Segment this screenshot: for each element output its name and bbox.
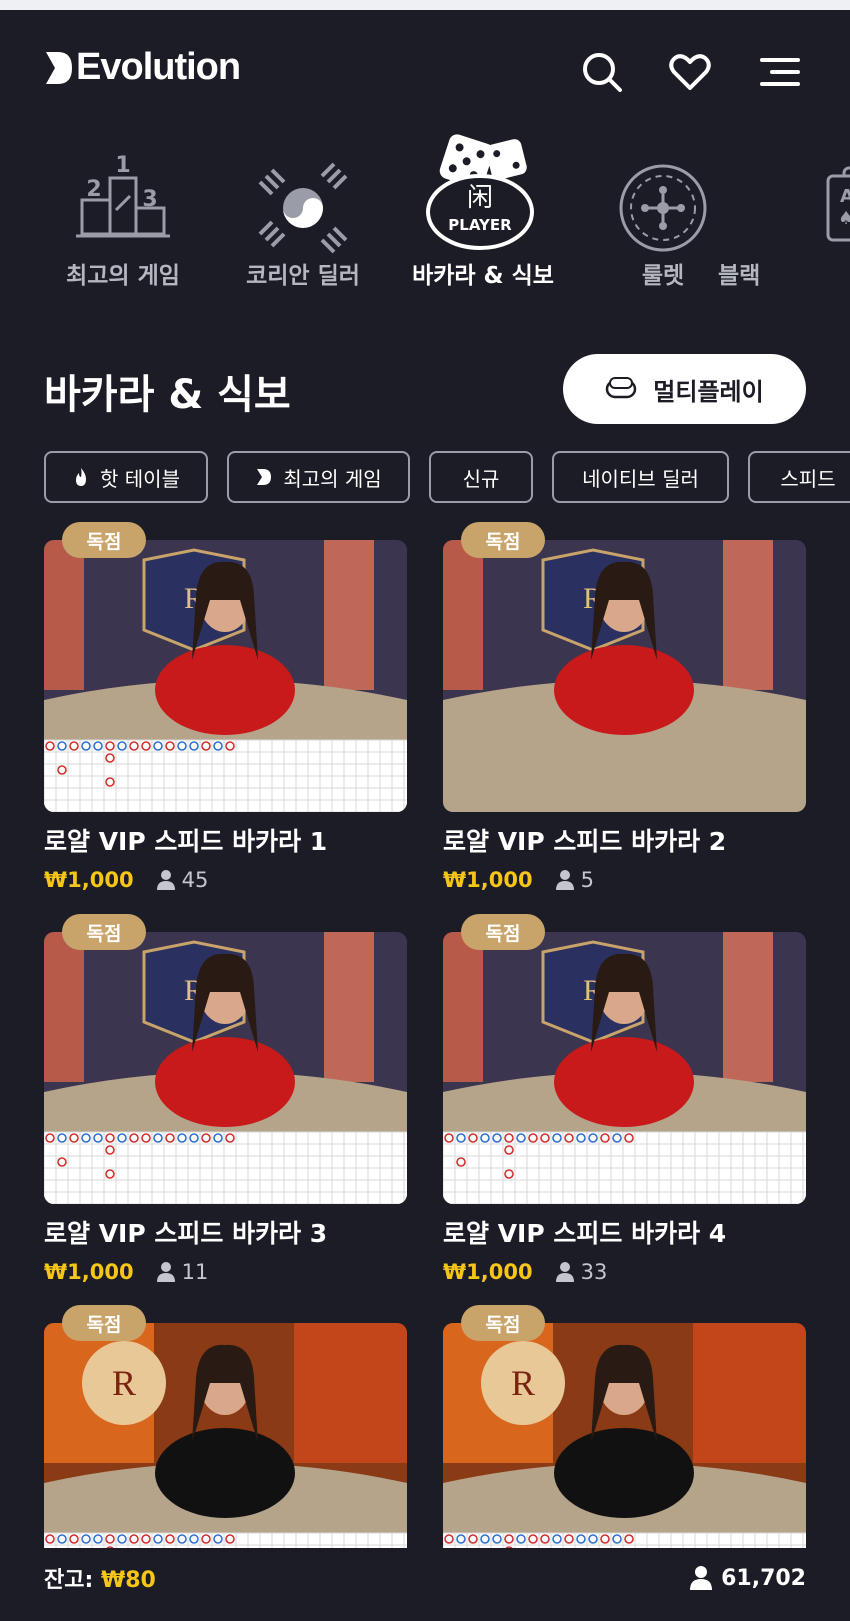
user-icon [156,870,175,890]
balance-value: ₩80 [100,1568,156,1593]
svg-text:3: 3 [142,187,157,212]
chip-top-games[interactable]: 최고의 게임 [227,451,410,503]
game-thumbnail[interactable]: R [44,540,407,812]
balance-bar: 잔고: ₩80 61,702 [0,1548,850,1608]
category-label: 바카라 & 식보 [412,263,554,289]
roulette-icon [608,150,718,260]
evolution-mark-icon [46,51,72,84]
player-text: PLAYER [448,216,512,234]
category-carousel: 1 2 3 최고의 게임 코리안 딜러 闲 PLAYER 바카라 & 식보 룰렛… [0,120,850,300]
category-blackjack[interactable]: A ♠ 블랙 [718,120,850,300]
balance: 잔고: ₩80 [44,1562,156,1594]
online-count-value: 61,702 [721,1565,806,1591]
dealer-scene: R [443,932,806,1204]
player-count: 33 [555,1260,608,1284]
game-title: 로얄 VIP 스피드 바카라 3 [44,1219,328,1248]
category-label: 최고의 게임 [66,263,180,289]
svg-text:♠: ♠ [838,208,850,229]
exclusive-badge: 독점 [62,522,146,558]
bottom-strip [0,1608,850,1621]
player-glyph: 闲 [467,183,493,213]
user-icon [555,1262,574,1282]
podium-icon: 1 2 3 [68,150,178,260]
dealer-scene: R [44,932,407,1204]
game-card[interactable]: 독점 R 로얄 VIP 스피드 바카라 2 ₩1,000 5 [443,522,806,892]
min-bet: ₩1,000 [44,1260,134,1284]
game-thumbnail[interactable]: R [44,932,407,1204]
player-count-value: 45 [181,868,209,892]
player-count: 45 [156,868,209,892]
svg-text:R: R [112,1363,136,1403]
online-count: 61,702 [689,1565,806,1591]
balance-label: 잔고: [44,1568,94,1593]
min-bet: ₩1,000 [443,1260,533,1284]
chip-label: 신규 [462,466,500,491]
svg-text:A: A [840,186,850,207]
player-count-value: 11 [181,1260,209,1284]
filter-chips: 핫 테이블 최고의 게임 신규 네이티브 딜러 스피드 [44,451,850,505]
chip-label: 스피드 [780,466,836,491]
player-count: 5 [555,868,594,892]
multiplay-icon [606,377,637,399]
min-bet: ₩1,000 [44,868,134,892]
chip-hot-tables[interactable]: 핫 테이블 [44,451,208,503]
exclusive-badge: 독점 [461,1305,545,1341]
dealer-scene: R [443,540,806,812]
category-label: 블랙 [718,263,761,289]
game-thumbnail[interactable]: R [443,540,806,812]
evolution-mark-icon [257,469,272,485]
top-status-strip [0,0,850,10]
taegeuk-icon [248,150,358,260]
player-count-value: 33 [580,1260,608,1284]
game-card[interactable]: 독점 R 로얄 VIP 스피드 바카라 3 ₩1,000 11 [44,914,407,1284]
exclusive-badge: 독점 [62,914,146,950]
user-icon [156,1262,175,1282]
dealer-scene: R [44,540,407,812]
flame-icon [76,468,87,486]
dice-player-icon: 闲 PLAYER [418,122,548,252]
chip-label: 최고의 게임 [283,466,382,491]
cards-icon: A ♠ [788,150,850,260]
svg-text:2: 2 [86,177,101,202]
game-title: 로얄 VIP 스피드 바카라 2 [443,827,727,856]
category-label: 코리안 딜러 [246,263,360,289]
svg-text:R: R [511,1363,535,1403]
game-card[interactable]: 독점 R 로얄 VIP 스피드 바카라 1 ₩1,000 45 [44,522,407,892]
category-top-games[interactable]: 1 2 3 최고의 게임 [38,120,208,300]
game-title: 로얄 VIP 스피드 바카라 1 [44,827,328,856]
brand-logo[interactable]: Evolution [44,46,241,89]
section-title: 바카라 & 식보 [44,372,291,418]
exclusive-badge: 독점 [461,522,545,558]
min-bet: ₩1,000 [443,868,533,892]
game-card[interactable]: 독점 R 로얄 VIP 스피드 바카라 4 ₩1,000 33 [443,914,806,1284]
svg-text:1: 1 [115,153,130,178]
app-header: Evolution [0,10,850,110]
game-meta: ₩1,000 45 [44,868,407,892]
chip-native-dealer[interactable]: 네이티브 딜러 [552,451,729,503]
player-count: 11 [156,1260,209,1284]
exclusive-badge: 독점 [461,914,545,950]
category-korean-dealer[interactable]: 코리안 딜러 [218,120,388,300]
game-meta: ₩1,000 33 [443,1260,806,1284]
user-icon [555,870,574,890]
search-icon[interactable] [580,50,624,94]
game-title: 로얄 VIP 스피드 바카라 4 [443,1219,727,1248]
category-baccarat-sicbo[interactable]: 闲 PLAYER 바카라 & 식보 [398,120,568,300]
brand-name: Evolution [76,46,241,88]
chip-new[interactable]: 신규 [429,451,533,503]
player-count-value: 5 [580,868,594,892]
multiplay-button[interactable]: 멀티플레이 [563,354,806,424]
game-meta: ₩1,000 5 [443,868,806,892]
multiplay-label: 멀티플레이 [653,377,764,406]
menu-icon[interactable] [758,50,802,94]
user-icon [690,1566,713,1590]
game-thumbnail[interactable]: R [443,932,806,1204]
exclusive-badge: 독점 [62,1305,146,1341]
chip-label: 네이티브 딜러 [582,466,699,491]
game-meta: ₩1,000 11 [44,1260,407,1284]
heart-icon[interactable] [668,50,712,94]
chip-speed[interactable]: 스피드 [748,451,850,503]
chip-label: 핫 테이블 [100,466,180,491]
